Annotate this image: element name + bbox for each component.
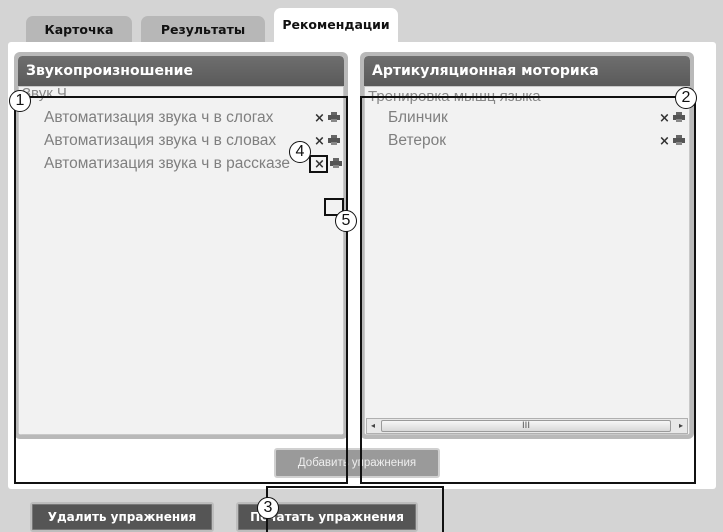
callout-number-1: 1 <box>9 90 31 112</box>
panel-title-sound: Звукопроизношение <box>18 56 344 86</box>
tab-card[interactable]: Карточка <box>26 16 132 42</box>
callout-frame-3 <box>266 486 444 532</box>
callout-number-5: 5 <box>335 210 357 232</box>
tab-results[interactable]: Результаты <box>141 16 265 42</box>
callout-number-2: 2 <box>675 87 697 109</box>
panel-title-articulation: Артикуляционная моторика <box>364 56 690 86</box>
callout-frame-4 <box>309 155 328 173</box>
callout-number-4: 4 <box>289 141 311 163</box>
delete-exercises-button[interactable]: Удалить упражнения <box>30 502 214 532</box>
tab-recommendations[interactable]: Рекомендации <box>274 8 398 44</box>
callout-frame-2 <box>360 96 696 484</box>
callout-number-3: 3 <box>257 497 279 519</box>
app-window: Карточка Результаты Рекомендации Звукопр… <box>0 0 723 532</box>
